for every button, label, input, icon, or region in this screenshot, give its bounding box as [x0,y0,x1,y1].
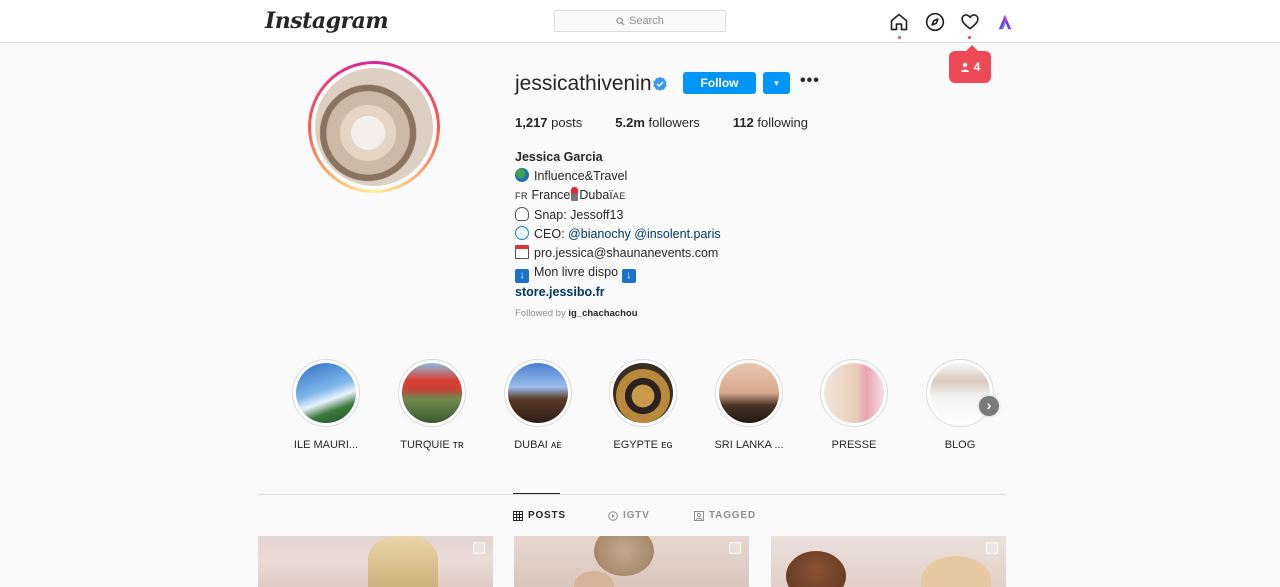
mention-bianochy[interactable]: @bianochy [568,227,631,241]
highlight-label: SRI LANKA ... [714,439,784,451]
mention-insolent-paris[interactable]: @insolent.paris [634,227,720,241]
highlight-label: TURQUIE ᴛʀ [400,439,464,451]
bio-line: CEO: @bianochy @insolent.paris [515,225,721,244]
profile-picture[interactable] [308,61,440,193]
highlight-label: DUBAI ᴀᴇ [514,439,562,451]
instagram-logo[interactable]: Instagram [265,8,389,34]
bio-line: Snap: Jessoff13 [515,206,721,225]
multiple-images-icon [986,542,998,554]
tab-posts[interactable]: POSTS [513,510,566,521]
highlight-item[interactable]: EGYPTE ᴇɢ [598,359,688,451]
bio-line: ↓ Mon livre dispo ↓ [515,263,721,283]
verified-badge-icon [653,76,667,92]
search-input[interactable]: Search [554,10,726,32]
grid-icon [513,510,523,521]
posts-count: 1,217 posts [515,115,583,130]
activity-heart-icon[interactable] [959,11,981,33]
inbox-icon [515,245,529,259]
web-globe-icon [515,226,529,240]
highlight-label: ILE MAURI... [293,439,359,451]
highlight-item[interactable]: TURQUIE ᴛʀ [387,359,477,451]
profile-photo [315,68,433,186]
highlight-item[interactable]: SRI LANKA ... [704,359,794,451]
bio-line: pro.jessica@shaunanevents.com [515,244,721,263]
tabs-divider [258,494,1006,495]
activity-notification-badge[interactable]: 4 [949,45,991,83]
highlight-cover [930,363,990,423]
highlight-cover [508,363,568,423]
post-image-detail [368,536,438,587]
profile-bio: Jessica Garcia Influence&Travel FR Franc… [515,148,721,302]
highlight-cover [824,363,884,423]
highlight-cover [719,363,779,423]
person-icon [960,62,969,72]
full-name: Jessica Garcia [515,150,603,164]
suggestions-dropdown-button[interactable]: ▾ [763,72,790,94]
pin-icon [571,187,579,201]
post-thumbnail[interactable] [771,536,1006,587]
highlight-label: PRESSE [831,439,877,451]
activity-indicator-dot [968,36,971,39]
post-thumbnail[interactable] [514,536,749,587]
post-image-detail [921,556,991,587]
tab-igtv[interactable]: IGTV [608,510,650,521]
notification-count: 4 [973,60,981,74]
down-arrow-icon: ↓ [515,269,529,283]
highlight-item[interactable]: ILE MAURI... [281,359,371,451]
followed-by[interactable]: Followed by ig_chachachou [515,308,638,319]
post-image-detail [786,551,846,587]
search-icon [616,16,625,26]
tab-tagged[interactable]: TAGGED [694,510,756,521]
igtv-icon [608,510,618,521]
profile-username: jessicathivenin [515,72,652,95]
search-placeholder: Search [629,15,664,27]
top-navigation: Instagram Search [0,0,1280,43]
multiple-images-icon [473,542,485,554]
ghost-icon [515,207,529,221]
bio-line: FR France DubaïAE [515,187,626,202]
down-arrow-icon: ↓ [621,269,636,283]
highlight-label: BLOG [944,439,976,451]
following-count[interactable]: 112 following [733,115,808,130]
profile-avatar-icon[interactable] [994,11,1016,33]
highlight-cover [296,363,356,423]
home-icon[interactable] [888,11,910,33]
globe-icon [515,168,529,182]
multiple-images-icon [729,542,741,554]
explore-icon[interactable] [924,11,946,33]
post-image-detail [574,571,614,587]
profile-stats: 1,217 posts 5.2m followers 112 following [515,115,841,130]
highlights-next-arrow-icon[interactable]: › [979,396,999,416]
post-thumbnail[interactable] [258,536,493,587]
highlight-cover [402,363,462,423]
highlight-item[interactable]: DUBAI ᴀᴇ [493,359,583,451]
highlight-label: EGYPTE ᴇɢ [613,439,673,451]
more-options-button[interactable]: ••• [800,73,820,92]
post-image-detail [594,536,654,576]
tagged-icon [694,510,704,521]
flag-fr: FR [515,191,528,201]
bio-link[interactable]: store.jessibo.fr [515,285,605,299]
followers-count[interactable]: 5.2m followers [615,115,700,130]
follow-button[interactable]: Follow [683,72,756,94]
active-tab-indicator [513,493,560,494]
home-indicator-dot [898,36,901,39]
bio-line: Influence&Travel [515,167,721,186]
flag-ae: AE [612,191,626,201]
highlight-item[interactable]: PRESSE [809,359,899,451]
highlight-cover [613,363,673,423]
